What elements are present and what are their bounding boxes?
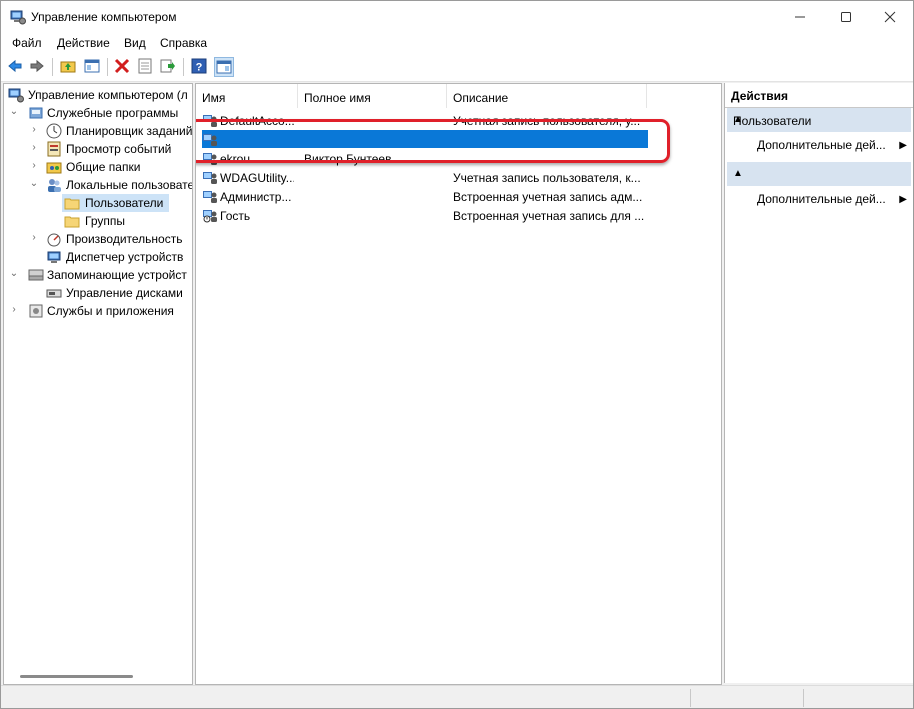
submenu-arrow-icon: ▶ [899,140,907,151]
chevron-down-icon[interactable]: ⌄ [8,267,20,281]
chevron-right-icon[interactable]: › [28,159,40,173]
column-header-full-name[interactable]: Полное имя [298,84,447,108]
help-button[interactable]: ? [190,57,208,75]
actions-group-selected[interactable]: ▲ [727,162,911,186]
device-manager-icon [47,251,61,263]
tree-item-local-users[interactable]: ⌄ Локальные пользовате [4,176,192,194]
tree-item-shared-folders[interactable]: › Общие папки [4,158,190,176]
menu-view[interactable]: Вид [124,36,146,50]
folder-icon [64,216,80,228]
event-viewer-icon [47,141,61,157]
properties-button[interactable] [136,57,154,75]
svg-text:?: ? [196,62,203,74]
collapse-up-icon[interactable]: ▲ [733,168,905,179]
tree-item-services-apps[interactable]: › Службы и приложения [4,302,190,320]
storage-icon [28,269,44,281]
up-folder-icon [60,61,76,73]
tools-icon [29,107,43,119]
properties-icon [138,58,152,74]
tree-item-system-tools[interactable]: ⌄ Служебные программы [4,104,190,122]
tree-item-task-scheduler[interactable]: › Планировщик заданий [4,122,192,140]
services-icon [29,304,43,318]
tree-item-device-manager[interactable]: Диспетчер устройств [4,248,190,266]
minimize-icon [795,16,805,18]
help-icon: ? [191,58,207,74]
chevron-down-icon[interactable]: ⌄ [28,177,40,191]
forward-arrow-icon [30,59,44,73]
user-icon [203,172,217,184]
show-action-pane-icon [216,60,232,74]
column-header-description[interactable]: Описание [447,84,647,108]
chevron-right-icon[interactable]: › [8,303,20,317]
show-hide-tree-button[interactable] [83,57,101,75]
table-row[interactable]: WDAGUtility... Учетная запись пользовате… [196,168,721,187]
tree-item-disk-management[interactable]: Управление дисками [4,284,190,302]
table-row[interactable]: Администр... Встроенная учетная запись а… [196,187,721,206]
forward-button[interactable] [28,57,46,75]
menu-bar: Файл Действие Вид Справка [1,33,913,53]
actions-group-users[interactable]: Пользователи ▲ [727,108,911,132]
disk-icon [46,289,62,298]
close-icon [884,11,896,23]
minimize-button[interactable] [777,1,823,33]
back-arrow-icon [8,59,22,73]
menu-file[interactable]: Файл [12,36,42,50]
column-header-name[interactable]: Имя [196,84,298,108]
up-one-level-button[interactable] [59,57,77,75]
show-tree-icon [84,59,100,73]
export-icon [160,59,175,73]
status-bar [1,685,913,708]
menu-help[interactable]: Справка [160,36,207,50]
chevron-right-icon[interactable]: › [28,141,40,155]
menu-action[interactable]: Действие [57,36,110,50]
user-disabled-icon [203,210,217,223]
delete-button[interactable] [113,57,131,75]
user-icon [203,191,217,203]
folder-icon [64,198,80,210]
users-icon [48,179,61,192]
more-actions-link[interactable]: Дополнительные дей... [757,192,886,206]
toolbar: ? [1,53,913,82]
delete-icon [114,58,130,74]
table-row[interactable]: Гость Встроенная учетная запись для ... [196,206,721,225]
computer-management-icon [10,10,26,25]
chevron-right-icon[interactable]: › [28,123,40,137]
computer-management-window: Управление компьютером Файл Действие Вид… [0,0,914,709]
tree-item-event-viewer[interactable]: › Просмотр событий [4,140,190,158]
maximize-icon [841,12,851,22]
shared-folder-icon [46,162,62,174]
computer-icon [8,88,24,103]
collapse-up-icon[interactable]: ▲ [733,114,905,125]
chevron-right-icon[interactable]: › [28,231,40,245]
actions-pane: Действия Пользователи ▲ Дополнительные д… [724,83,913,683]
users-list-view: Имя Полное имя Описание DefaultAcco... У… [195,83,722,685]
tree-item-performance[interactable]: › Производительность [4,230,190,248]
tree-item-users-selected[interactable]: Пользователи [62,194,169,212]
chevron-down-icon[interactable]: ⌄ [8,105,20,119]
maximize-button[interactable] [823,1,869,33]
tree-horizontal-scrollbar[interactable] [20,675,133,678]
tree-item-groups[interactable]: Группы [4,212,190,230]
actions-title: Действия [725,83,913,108]
back-button[interactable] [6,57,24,75]
more-actions-link[interactable]: Дополнительные дей... [757,138,886,152]
clock-icon [46,123,62,139]
tree-item-computer-management[interactable]: Управление компьютером (л [4,86,190,104]
performance-icon [47,233,61,247]
title-bar[interactable]: Управление компьютером [1,1,913,33]
close-button[interactable] [867,1,913,33]
export-list-button[interactable] [159,57,177,75]
tree-item-storage[interactable]: ⌄ Запоминающие устройст [4,266,190,284]
show-hide-action-pane-button[interactable] [214,57,234,77]
submenu-arrow-icon: ▶ [899,194,907,205]
console-tree: Управление компьютером (л ⌄ Служебные пр… [3,83,193,685]
window-title: Управление компьютером [31,10,177,24]
annotation-highlight-ring [196,119,670,163]
